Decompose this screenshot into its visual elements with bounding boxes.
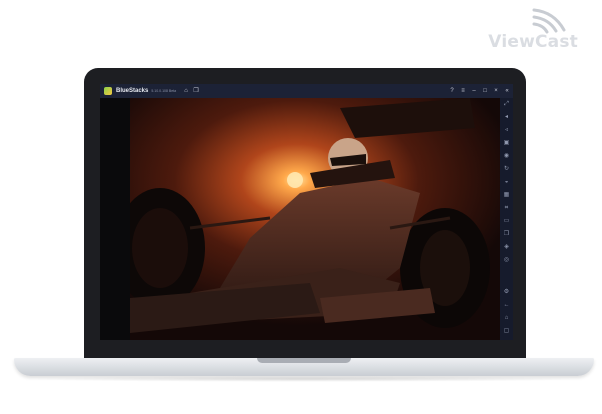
eco-mode-icon[interactable]: ◎ bbox=[502, 256, 511, 265]
laptop-notch bbox=[257, 358, 351, 363]
folder-icon[interactable]: ▭ bbox=[502, 217, 511, 226]
settings-icon[interactable]: ⚙ bbox=[502, 288, 511, 297]
gamepad-icon[interactable]: ◒ bbox=[502, 178, 511, 187]
app-version: 5.10.0.108 Beta bbox=[151, 89, 177, 93]
rotate-icon[interactable]: ↻ bbox=[502, 165, 511, 174]
bluestacks-logo-icon bbox=[104, 87, 112, 95]
letterbox-left bbox=[100, 98, 130, 340]
screenshot-icon[interactable]: ⌗ bbox=[502, 204, 511, 213]
app-name: BlueStacks bbox=[116, 88, 149, 94]
bluestacks-window: BlueStacks 5.10.0.108 Beta ⌂ ❐ ? ≡ – □ ×… bbox=[100, 84, 513, 340]
home-icon[interactable]: ⌂ bbox=[502, 314, 511, 323]
help-icon[interactable]: ? bbox=[448, 87, 456, 95]
volume-down-icon[interactable]: ◃ bbox=[502, 126, 511, 135]
media-icon[interactable]: ▣ bbox=[502, 139, 511, 148]
recents-icon[interactable]: ▢ bbox=[502, 327, 511, 336]
fullscreen-icon[interactable]: ⤢ bbox=[502, 100, 511, 109]
title-bar: BlueStacks 5.10.0.108 Beta ⌂ ❐ ? ≡ – □ ×… bbox=[100, 84, 513, 98]
collapse-sidebar-icon[interactable]: « bbox=[503, 87, 511, 95]
layers-icon[interactable]: ◈ bbox=[502, 243, 511, 252]
keyboard-mapping-icon[interactable]: ▦ bbox=[502, 191, 511, 200]
back-icon[interactable]: ← bbox=[502, 301, 511, 310]
volume-up-icon[interactable]: ◂ bbox=[502, 113, 511, 122]
bluestacks-sidebar: ⤢ ◂ ◃ ▣ ◉ ↻ ◒ ▦ ⌗ ▭ ❐ ◈ ◎ ⚙ ← ⌂ ▢ bbox=[500, 98, 513, 340]
laptop-shadow bbox=[30, 376, 578, 382]
multi-instance-icon[interactable]: ❐ bbox=[192, 87, 200, 95]
multi-instance-icon[interactable]: ❐ bbox=[502, 230, 511, 239]
home-icon[interactable]: ⌂ bbox=[182, 87, 190, 95]
screen-record-icon[interactable]: ◉ bbox=[502, 152, 511, 161]
maximize-icon[interactable]: □ bbox=[481, 87, 489, 95]
watermark-text: ViewCast bbox=[488, 32, 578, 52]
minimize-icon[interactable]: – bbox=[470, 87, 478, 95]
window-controls: ? ≡ – □ × « bbox=[445, 84, 511, 98]
close-icon[interactable]: × bbox=[492, 87, 500, 95]
viewcast-watermark: ViewCast bbox=[488, 6, 588, 54]
game-view[interactable] bbox=[130, 98, 500, 340]
menu-icon[interactable]: ≡ bbox=[459, 87, 467, 95]
